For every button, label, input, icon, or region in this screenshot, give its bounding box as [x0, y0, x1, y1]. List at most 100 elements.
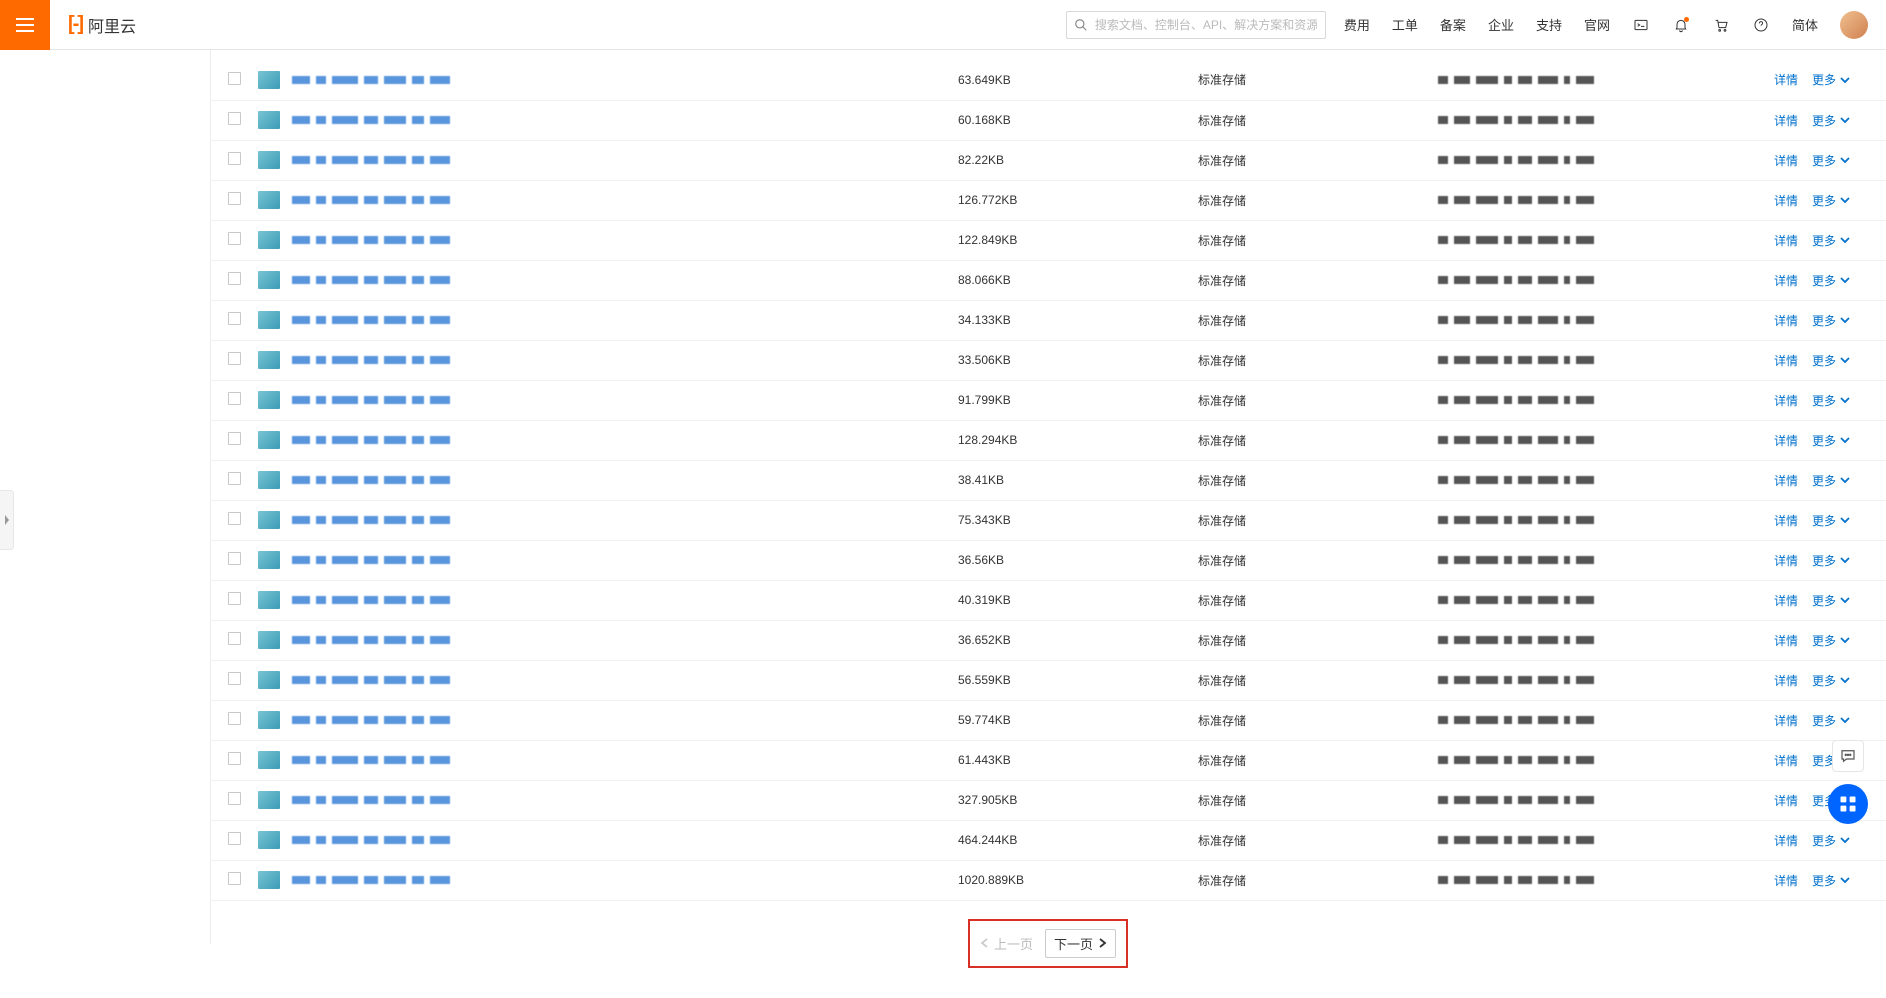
- more-actions-dropdown[interactable]: 更多: [1812, 112, 1850, 129]
- detail-link[interactable]: 详情: [1774, 432, 1798, 449]
- file-name-redacted[interactable]: [292, 356, 450, 364]
- nav-link-icp[interactable]: 备案: [1440, 15, 1466, 34]
- row-checkbox[interactable]: [228, 712, 241, 725]
- row-checkbox[interactable]: [228, 632, 241, 645]
- nav-link-billing[interactable]: 费用: [1344, 15, 1370, 34]
- row-checkbox[interactable]: [228, 112, 241, 125]
- side-drawer-handle[interactable]: [0, 490, 14, 550]
- detail-link[interactable]: 详情: [1774, 552, 1798, 569]
- detail-link[interactable]: 详情: [1774, 312, 1798, 329]
- detail-link[interactable]: 详情: [1774, 152, 1798, 169]
- detail-link[interactable]: 详情: [1774, 512, 1798, 529]
- brand-logo[interactable]: [-] 阿里云: [68, 13, 136, 37]
- more-actions-dropdown[interactable]: 更多: [1812, 352, 1850, 369]
- row-checkbox[interactable]: [228, 832, 241, 845]
- file-name-redacted[interactable]: [292, 316, 450, 324]
- pager-prev-button[interactable]: 上一页: [980, 934, 1033, 953]
- more-actions-dropdown[interactable]: 更多: [1812, 632, 1850, 649]
- more-actions-dropdown[interactable]: 更多: [1812, 472, 1850, 489]
- notification-bell-icon[interactable]: [1672, 16, 1690, 34]
- search-input[interactable]: [1066, 11, 1326, 39]
- row-checkbox[interactable]: [228, 872, 241, 885]
- detail-link[interactable]: 详情: [1774, 272, 1798, 289]
- file-name-redacted[interactable]: [292, 516, 450, 524]
- nav-link-website[interactable]: 官网: [1584, 15, 1610, 34]
- detail-link[interactable]: 详情: [1774, 232, 1798, 249]
- row-checkbox[interactable]: [228, 672, 241, 685]
- file-name-redacted[interactable]: [292, 276, 450, 284]
- detail-link[interactable]: 详情: [1774, 672, 1798, 689]
- more-actions-dropdown[interactable]: 更多: [1812, 432, 1850, 449]
- file-name-redacted[interactable]: [292, 156, 450, 164]
- row-checkbox[interactable]: [228, 512, 241, 525]
- file-name-redacted[interactable]: [292, 396, 450, 404]
- detail-link[interactable]: 详情: [1774, 592, 1798, 609]
- file-name-redacted[interactable]: [292, 836, 450, 844]
- detail-link[interactable]: 详情: [1774, 632, 1798, 649]
- more-actions-dropdown[interactable]: 更多: [1812, 152, 1850, 169]
- feedback-button[interactable]: [1832, 740, 1864, 772]
- file-name-redacted[interactable]: [292, 756, 450, 764]
- detail-link[interactable]: 详情: [1774, 352, 1798, 369]
- more-actions-dropdown[interactable]: 更多: [1812, 832, 1850, 849]
- nav-link-support[interactable]: 支持: [1536, 15, 1562, 34]
- file-name-redacted[interactable]: [292, 636, 450, 644]
- more-actions-dropdown[interactable]: 更多: [1812, 592, 1850, 609]
- file-name-redacted[interactable]: [292, 476, 450, 484]
- language-switch[interactable]: 简体: [1792, 15, 1818, 34]
- more-actions-dropdown[interactable]: 更多: [1812, 312, 1850, 329]
- more-actions-dropdown[interactable]: 更多: [1812, 872, 1850, 889]
- row-checkbox[interactable]: [228, 392, 241, 405]
- file-name-redacted[interactable]: [292, 596, 450, 604]
- file-name-redacted[interactable]: [292, 676, 450, 684]
- row-checkbox[interactable]: [228, 72, 241, 85]
- help-icon[interactable]: [1752, 16, 1770, 34]
- detail-link[interactable]: 详情: [1774, 832, 1798, 849]
- row-checkbox[interactable]: [228, 432, 241, 445]
- detail-link[interactable]: 详情: [1774, 392, 1798, 409]
- row-checkbox[interactable]: [228, 472, 241, 485]
- row-checkbox[interactable]: [228, 272, 241, 285]
- row-checkbox[interactable]: [228, 352, 241, 365]
- app-launcher-button[interactable]: [1828, 784, 1868, 824]
- row-checkbox[interactable]: [228, 312, 241, 325]
- detail-link[interactable]: 详情: [1774, 192, 1798, 209]
- file-name-redacted[interactable]: [292, 556, 450, 564]
- detail-link[interactable]: 详情: [1774, 872, 1798, 889]
- more-actions-dropdown[interactable]: 更多: [1812, 192, 1850, 209]
- more-actions-dropdown[interactable]: 更多: [1812, 512, 1850, 529]
- row-checkbox[interactable]: [228, 232, 241, 245]
- more-actions-dropdown[interactable]: 更多: [1812, 232, 1850, 249]
- hamburger-menu-button[interactable]: [0, 0, 50, 50]
- detail-link[interactable]: 详情: [1774, 71, 1798, 88]
- file-name-redacted[interactable]: [292, 236, 450, 244]
- detail-link[interactable]: 详情: [1774, 792, 1798, 809]
- pager-next-button[interactable]: 下一页: [1045, 929, 1116, 958]
- more-actions-dropdown[interactable]: 更多: [1812, 712, 1850, 729]
- row-checkbox[interactable]: [228, 792, 241, 805]
- row-checkbox[interactable]: [228, 192, 241, 205]
- file-name-redacted[interactable]: [292, 116, 450, 124]
- avatar[interactable]: [1840, 11, 1868, 39]
- more-actions-dropdown[interactable]: 更多: [1812, 552, 1850, 569]
- cloudshell-icon[interactable]: [1632, 16, 1650, 34]
- detail-link[interactable]: 详情: [1774, 712, 1798, 729]
- file-name-redacted[interactable]: [292, 796, 450, 804]
- more-actions-dropdown[interactable]: 更多: [1812, 392, 1850, 409]
- nav-link-enterprise[interactable]: 企业: [1488, 15, 1514, 34]
- file-name-redacted[interactable]: [292, 196, 450, 204]
- detail-link[interactable]: 详情: [1774, 472, 1798, 489]
- detail-link[interactable]: 详情: [1774, 752, 1798, 769]
- row-checkbox[interactable]: [228, 752, 241, 765]
- row-checkbox[interactable]: [228, 592, 241, 605]
- file-name-redacted[interactable]: [292, 716, 450, 724]
- file-name-redacted[interactable]: [292, 436, 450, 444]
- more-actions-dropdown[interactable]: 更多: [1812, 672, 1850, 689]
- more-actions-dropdown[interactable]: 更多: [1812, 272, 1850, 289]
- more-actions-dropdown[interactable]: 更多: [1812, 71, 1850, 88]
- file-name-redacted[interactable]: [292, 76, 450, 84]
- nav-link-tickets[interactable]: 工单: [1392, 15, 1418, 34]
- row-checkbox[interactable]: [228, 152, 241, 165]
- row-checkbox[interactable]: [228, 552, 241, 565]
- cart-icon[interactable]: [1712, 16, 1730, 34]
